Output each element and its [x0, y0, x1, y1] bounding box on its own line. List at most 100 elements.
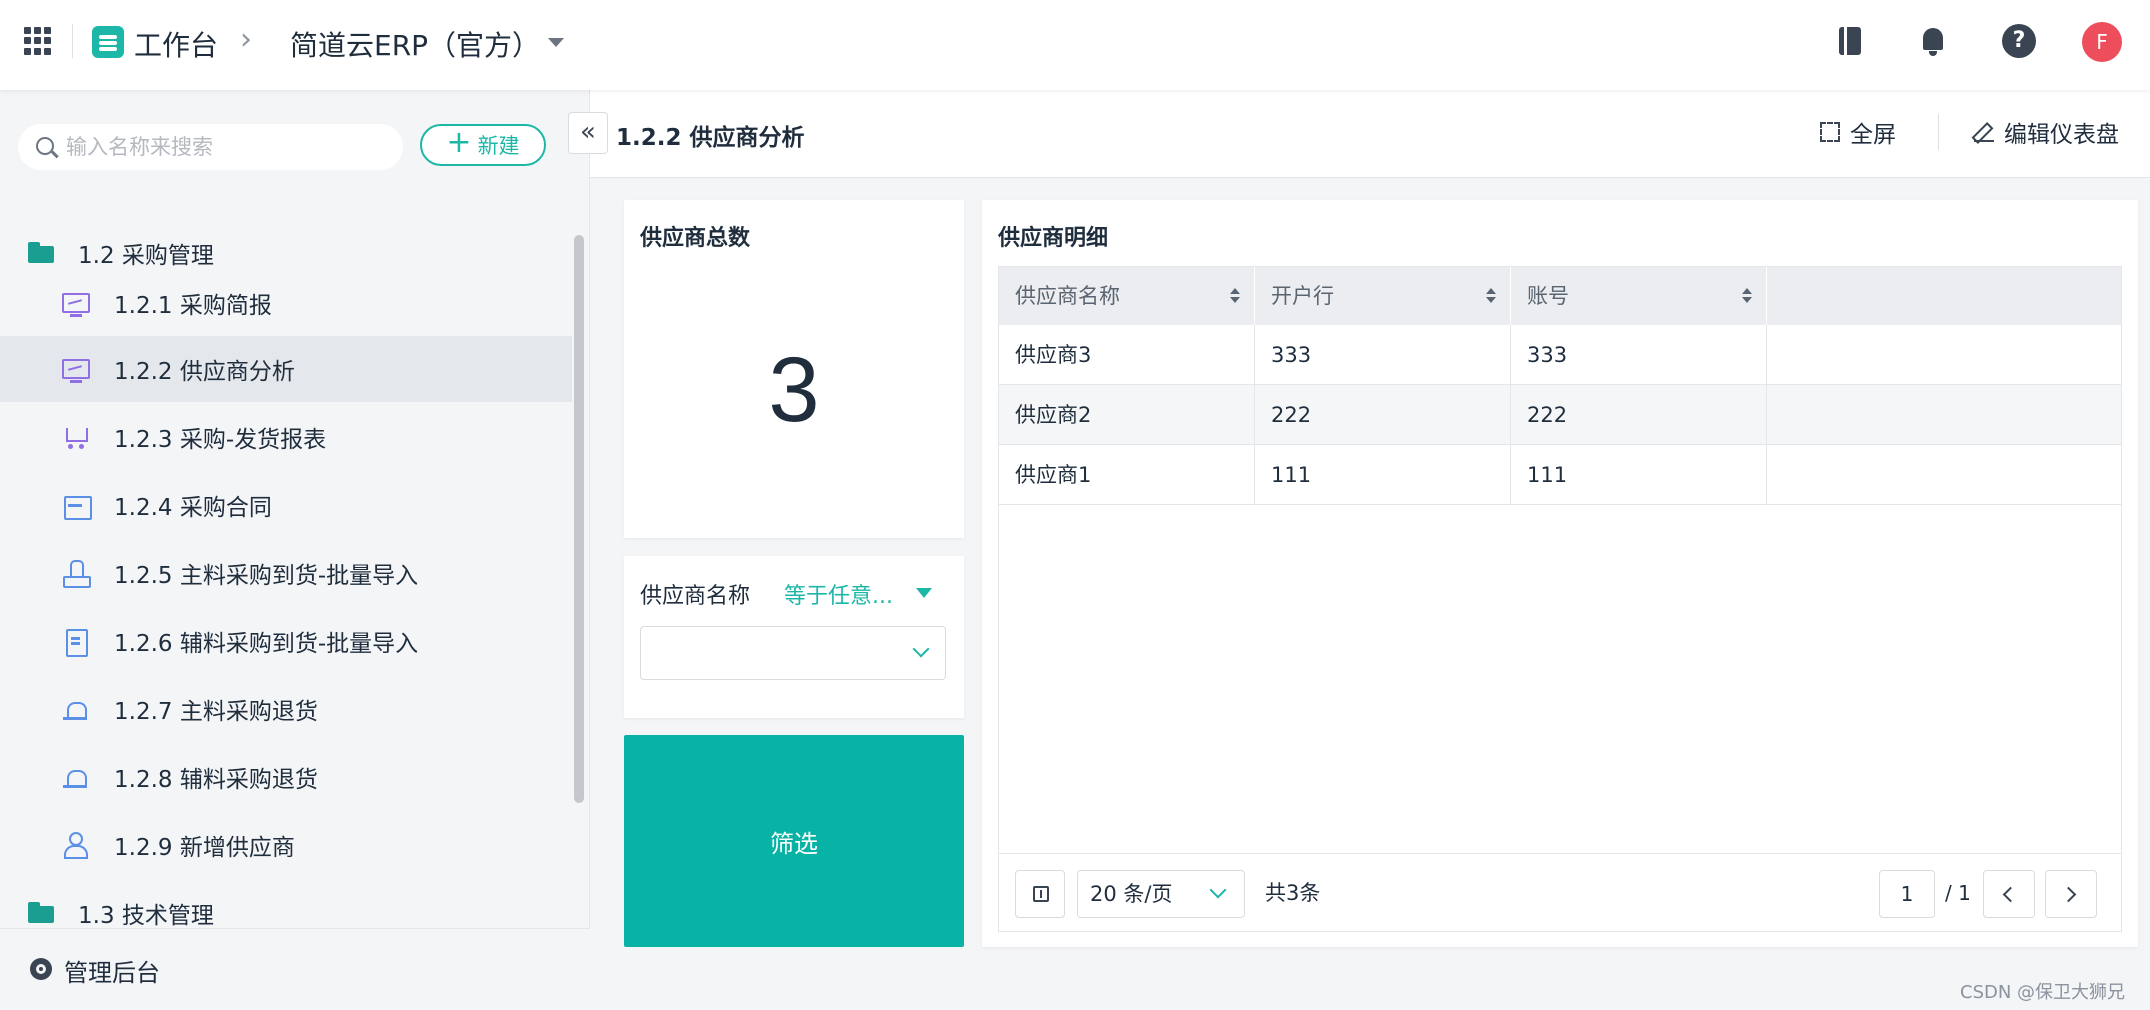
nav-folder-tech[interactable]: 1.3 技术管理 — [0, 880, 572, 926]
alarm-icon — [62, 696, 90, 722]
nav-label: 1.2.8 辅料采购退货 — [114, 767, 318, 793]
page-title: 1.2.2 供应商分析 — [616, 125, 805, 151]
table-row[interactable]: 供应商2 222 222 — [999, 385, 2121, 445]
expand-icon — [1820, 122, 1840, 142]
nav-item-main-arrival-import[interactable]: 1.2.5 主料采购到货-批量导入 — [0, 540, 572, 606]
table-cell: 333 — [1511, 325, 1767, 385]
nav-item-shipping-report[interactable]: 1.2.3 采购-发货报表 — [0, 404, 572, 470]
search-input[interactable] — [66, 124, 386, 170]
nav-label: 1.2.1 采购简报 — [114, 293, 272, 319]
sidebar-scrollbar[interactable] — [574, 235, 584, 803]
edit-dashboard-button[interactable]: 编辑仪表盘 — [1974, 116, 2119, 148]
search-box[interactable] — [18, 124, 403, 170]
filter-field-label: 供应商名称 — [640, 584, 751, 609]
top-bar: 工作台 › 简道云ERP（官方） ? F — [0, 0, 2150, 90]
page-size-value: 20 条/页 — [1090, 882, 1173, 906]
nav-label: 1.2.9 新增供应商 — [114, 835, 295, 861]
column-header-account[interactable]: 账号 — [1511, 267, 1767, 325]
page-size-select[interactable]: 20 条/页 — [1077, 870, 1245, 918]
contract-icon — [62, 492, 92, 520]
pencil-icon — [1974, 122, 1994, 142]
info-icon — [1033, 886, 1049, 902]
search-icon — [36, 137, 54, 155]
nav-label: 1.3 技术管理 — [78, 903, 214, 926]
app-name[interactable]: 简道云ERP（官方） — [290, 24, 540, 64]
stamp-icon — [62, 560, 91, 588]
column-header-bank[interactable]: 开户行 — [1255, 267, 1511, 325]
table-cell: 333 — [1255, 325, 1511, 385]
nav-item-aux-arrival-import[interactable]: 1.2.6 辅料采购到货-批量导入 — [0, 608, 572, 674]
nav-item-purchase-brief[interactable]: 1.2.1 采购简报 — [0, 270, 572, 336]
nav-label: 1.2 采购管理 — [78, 243, 214, 269]
divider — [1938, 114, 1939, 150]
nav-label: 1.2.2 供应商分析 — [114, 359, 295, 385]
total-count: 共3条 — [1265, 881, 1321, 905]
table-row[interactable]: 供应商1 111 111 — [999, 445, 2121, 505]
operator-caret-icon[interactable] — [916, 588, 932, 598]
column-header-empty — [1767, 267, 2121, 325]
gear-icon — [30, 958, 52, 980]
sort-icon[interactable] — [1742, 288, 1752, 304]
card-title: 供应商总数 — [640, 226, 751, 251]
table-cell: 供应商2 — [999, 385, 1255, 445]
table-info-button[interactable] — [1015, 870, 1065, 918]
monitor-icon — [62, 293, 90, 317]
divider — [72, 24, 73, 58]
apps-grid-icon[interactable] — [24, 27, 52, 55]
fullscreen-button[interactable]: 全屏 — [1820, 116, 1896, 148]
edit-dashboard-label: 编辑仪表盘 — [2004, 122, 2119, 148]
column-header-label: 开户行 — [1271, 284, 1334, 308]
plus-icon: + — [446, 125, 472, 160]
collapse-sidebar-button[interactable]: « — [568, 112, 608, 154]
user-icon — [62, 832, 90, 859]
nav-tree: 1.2 采购管理 1.2.1 采购简报 1.2.2 供应商分析 1.2.3 采购… — [0, 220, 590, 926]
table-header: 供应商名称 开户行 账号 — [999, 267, 2121, 325]
nav-label: 1.2.5 主料采购到货-批量导入 — [114, 563, 419, 589]
sort-icon[interactable] — [1230, 288, 1240, 304]
card-title: 供应商明细 — [998, 226, 1109, 251]
page-number-input[interactable]: 1 — [1879, 870, 1935, 918]
table-cell: 222 — [1511, 385, 1767, 445]
table-cell: 111 — [1511, 445, 1767, 505]
book-icon[interactable] — [1834, 24, 1868, 58]
sort-icon[interactable] — [1486, 288, 1496, 304]
breadcrumb-separator-icon: › — [240, 22, 252, 57]
table-cell — [1767, 385, 2121, 445]
nav-item-supplier-analysis[interactable]: 1.2.2 供应商分析 — [0, 336, 572, 402]
filter-operator[interactable]: 等于任意... — [784, 578, 893, 610]
column-header-label: 供应商名称 — [1015, 284, 1120, 308]
filter-button[interactable]: 筛选 — [624, 735, 964, 947]
monitor-icon — [62, 359, 90, 383]
document-icon — [62, 628, 90, 657]
nav-label: 1.2.4 采购合同 — [114, 495, 272, 521]
page-total: / 1 — [1945, 881, 1971, 905]
supplier-count-card: 供应商总数 3 — [624, 200, 964, 538]
supplier-table: 供应商名称 开户行 账号 供应商3 333 333 供应商2 222 222 供… — [998, 266, 2122, 932]
sidebar: + 新建 1.2 采购管理 1.2.1 采购简报 1.2.2 供应商分析 1.2… — [0, 90, 590, 1010]
help-icon[interactable]: ? — [2002, 24, 2036, 58]
next-page-button[interactable] — [2045, 870, 2097, 918]
avatar[interactable]: F — [2082, 22, 2122, 62]
table-cell: 供应商1 — [999, 445, 1255, 505]
nav-item-aux-return[interactable]: 1.2.8 辅料采购退货 — [0, 744, 572, 810]
dashboard-header: 1.2.2 供应商分析 全屏 编辑仪表盘 — [590, 90, 2150, 178]
filter-value-select[interactable] — [640, 626, 946, 680]
bell-icon[interactable] — [1916, 24, 1950, 58]
admin-bar[interactable]: 管理后台 — [0, 928, 590, 1010]
pagination-bar: 20 条/页 共3条 1 / 1 — [999, 853, 2121, 931]
nav-item-purchase-contract[interactable]: 1.2.4 采购合同 — [0, 472, 572, 538]
column-header-supplier-name[interactable]: 供应商名称 — [999, 267, 1255, 325]
prev-page-button[interactable] — [1983, 870, 2035, 918]
table-row[interactable]: 供应商3 333 333 — [999, 325, 2121, 385]
cart-icon — [62, 424, 90, 450]
table-cell: 111 — [1255, 445, 1511, 505]
nav-item-new-supplier[interactable]: 1.2.9 新增供应商 — [0, 812, 572, 878]
filter-card: 供应商名称 等于任意... — [624, 556, 964, 718]
app-switch-caret-icon[interactable] — [548, 38, 564, 47]
new-button[interactable]: + 新建 — [420, 124, 546, 166]
workbench-link[interactable]: 工作台 — [134, 24, 218, 64]
table-cell: 222 — [1255, 385, 1511, 445]
nav-item-main-return[interactable]: 1.2.7 主料采购退货 — [0, 676, 572, 742]
workbench-logo-icon[interactable] — [92, 26, 124, 58]
chevron-down-icon — [912, 640, 930, 658]
